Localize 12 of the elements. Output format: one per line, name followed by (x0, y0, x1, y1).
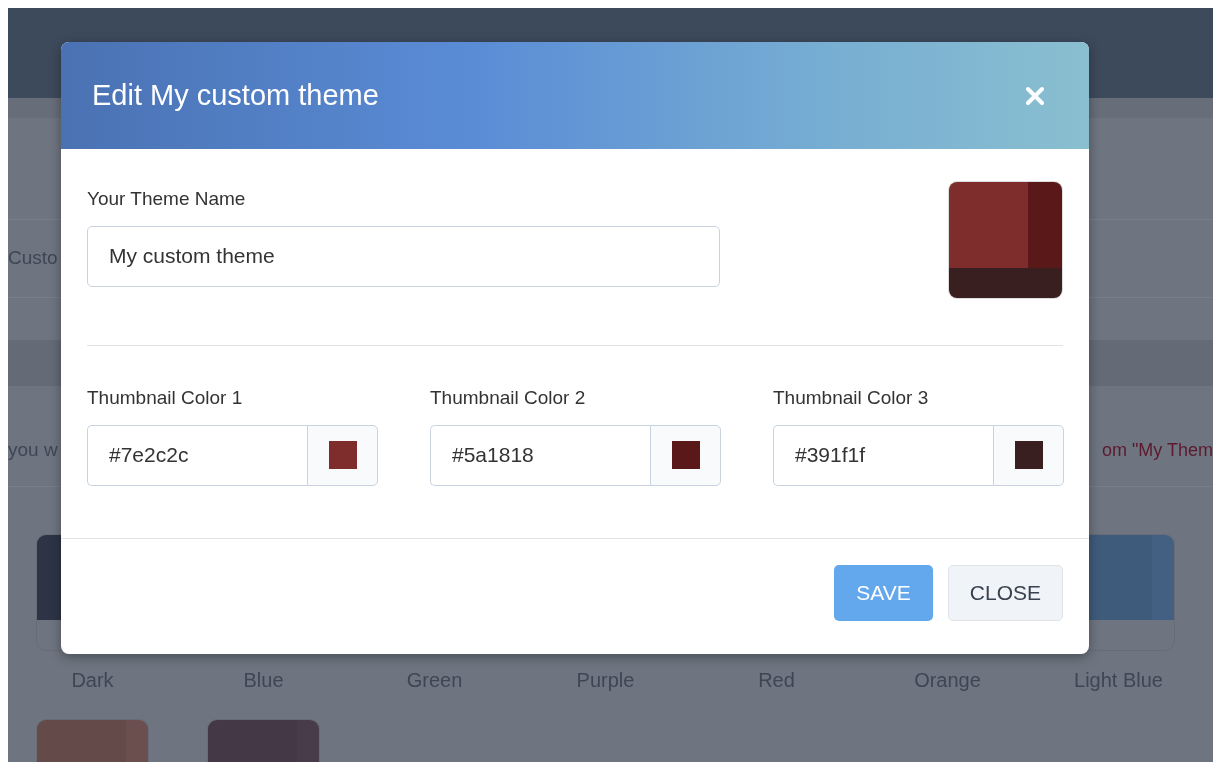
save-button[interactable]: SAVE (834, 564, 933, 621)
field-label: Thumbnail Color 2 (430, 386, 587, 410)
color-input[interactable]: #5a1818 (430, 424, 650, 486)
field-label: Thumbnail Color 1 (87, 386, 244, 410)
notice-link[interactable]: om "My Them (1101, 437, 1213, 464)
color-input[interactable]: #391f1f (773, 424, 993, 486)
color-input[interactable]: #7e2c2c (87, 424, 307, 486)
close-button[interactable]: CLOSE (947, 564, 1063, 621)
theme-name-input[interactable]: My custom theme (87, 225, 720, 287)
modal-title: Edit My custom theme (92, 78, 379, 113)
field-label: Thumbnail Color 3 (773, 386, 930, 410)
field-label: Your Theme Name (87, 187, 247, 211)
